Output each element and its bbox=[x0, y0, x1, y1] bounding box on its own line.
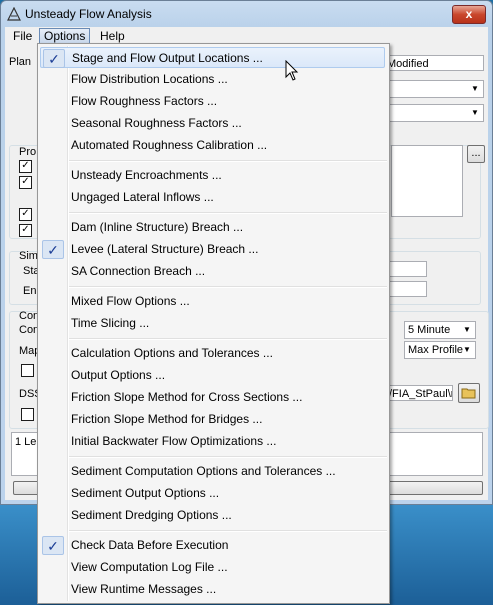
plan-short-id-field[interactable]: Modified bbox=[383, 55, 484, 71]
menu-item-label: Automated Roughness Calibration ... bbox=[71, 138, 268, 152]
mouse-cursor-icon bbox=[285, 60, 299, 81]
menu-item-mixed-flow-options[interactable]: Mixed Flow Options ... bbox=[40, 291, 385, 312]
menu-item-time-slicing[interactable]: Time Slicing ... bbox=[40, 313, 385, 334]
menu-item-label: Friction Slope Method for Cross Sections… bbox=[71, 390, 303, 404]
menu-item-calculation-options-and-tolerances[interactable]: Calculation Options and Tolerances ... bbox=[40, 343, 385, 364]
options-dropdown-menu: ✓ Stage and Flow Output Locations ... Flow… bbox=[37, 43, 390, 604]
menu-separator bbox=[69, 530, 387, 532]
menu-item-label: Flow Distribution Locations ... bbox=[71, 72, 228, 86]
menu-item-levee-lateral-structure-breach[interactable]: ✓ Levee (Lateral Structure) Breach ... bbox=[40, 239, 385, 260]
dss-output-checkbox[interactable] bbox=[21, 408, 34, 421]
menu-item-stage-and-flow-output-locations[interactable]: ✓ Stage and Flow Output Locations ... bbox=[40, 47, 385, 68]
menu-item-label: Initial Backwater Flow Optimizations ... bbox=[71, 434, 277, 448]
checkmark-icon: ✓ bbox=[43, 49, 65, 68]
menu-item-check-data-before-execution[interactable]: ✓ Check Data Before Execution bbox=[40, 535, 385, 556]
menu-item-seasonal-roughness-factors[interactable]: Seasonal Roughness Factors ... bbox=[40, 113, 385, 134]
menu-item-label: View Runtime Messages ... bbox=[71, 582, 217, 596]
menu-separator bbox=[69, 212, 387, 214]
menu-item-label: Ungaged Lateral Inflows ... bbox=[71, 190, 214, 204]
post-processor-checkbox[interactable]: ✓ bbox=[19, 208, 32, 221]
menu-item-label: Dam (Inline Structure) Breach ... bbox=[71, 220, 244, 234]
chevron-down-icon: ▼ bbox=[471, 108, 479, 117]
programs-group-label: Pro bbox=[19, 146, 37, 158]
folder-icon bbox=[461, 388, 476, 399]
menu-item-label: Flow Roughness Factors ... bbox=[71, 94, 218, 108]
menu-item-label: Levee (Lateral Structure) Breach ... bbox=[71, 242, 259, 256]
close-button[interactable]: x bbox=[452, 5, 486, 24]
menu-item-initial-backwater-flow-optimizations[interactable]: Initial Backwater Flow Optimizations ... bbox=[40, 431, 385, 452]
menu-options[interactable]: Options bbox=[39, 28, 91, 44]
profile-value: Max Profile bbox=[408, 344, 464, 356]
menu-item-label: SA Connection Breach ... bbox=[71, 264, 206, 278]
checkmark-icon: ✓ bbox=[42, 240, 64, 259]
menu-item-label: Time Slicing ... bbox=[71, 316, 150, 330]
menu-separator bbox=[69, 286, 387, 288]
menu-file[interactable]: File bbox=[8, 28, 37, 44]
menu-item-label: Output Options ... bbox=[71, 368, 166, 382]
end-time-field[interactable] bbox=[389, 281, 427, 297]
open-folder-button[interactable] bbox=[458, 383, 480, 403]
menu-item-flow-roughness-factors[interactable]: Flow Roughness Factors ... bbox=[40, 91, 385, 112]
mapping-output-select[interactable]: Max Profile ▼ bbox=[404, 341, 476, 359]
plan-label: Plan bbox=[9, 56, 32, 68]
browse-button[interactable]: ... bbox=[467, 145, 485, 163]
interval-value: 5 Minute bbox=[408, 324, 451, 336]
chevron-down-icon: ▼ bbox=[471, 84, 479, 93]
menu-item-label: Calculation Options and Tolerances ... bbox=[71, 346, 273, 360]
menu-separator bbox=[69, 338, 387, 340]
menu-item-label: Seasonal Roughness Factors ... bbox=[71, 116, 242, 130]
geometry-file-select[interactable]: ▼ bbox=[383, 80, 484, 98]
menu-item-label: Friction Slope Method for Bridges ... bbox=[71, 412, 263, 426]
simulation-group-label: Sim bbox=[19, 250, 38, 262]
menu-separator bbox=[69, 160, 387, 162]
menu-item-unsteady-encroachments[interactable]: Unsteady Encroachments ... bbox=[40, 165, 385, 186]
menu-item-dam-inline-structure-breach[interactable]: Dam (Inline Structure) Breach ... bbox=[40, 217, 385, 238]
menu-item-friction-slope-method-for-bridges[interactable]: Friction Slope Method for Bridges ... bbox=[40, 409, 385, 430]
dss-filename-field[interactable]: /FIA_StPaul\r bbox=[385, 385, 453, 401]
unsteady-flow-file-select[interactable]: ▼ bbox=[383, 104, 484, 122]
menu-item-sediment-dredging-options[interactable]: Sediment Dredging Options ... bbox=[40, 505, 385, 526]
menu-item-output-options[interactable]: Output Options ... bbox=[40, 365, 385, 386]
menu-item-view-runtime-messages[interactable]: View Runtime Messages ... bbox=[40, 579, 385, 600]
geometry-preprocessor-checkbox[interactable]: ✓ bbox=[19, 160, 32, 173]
menu-separator bbox=[69, 456, 387, 458]
menu-item-flow-distribution-locations[interactable]: Flow Distribution Locations ... bbox=[40, 69, 385, 90]
computation-interval-select[interactable]: 5 Minute ▼ bbox=[404, 321, 476, 339]
menu-item-friction-slope-method-for-cross-sections[interactable]: Friction Slope Method for Cross Sections… bbox=[40, 387, 385, 408]
programs-notes-area[interactable] bbox=[391, 145, 463, 217]
menu-item-view-computation-log-file[interactable]: View Computation Log File ... bbox=[40, 557, 385, 578]
window-title: Unsteady Flow Analysis bbox=[25, 7, 152, 21]
hec-ras-app-icon[interactable] bbox=[7, 7, 21, 21]
menu-item-ungaged-lateral-inflows[interactable]: Ungaged Lateral Inflows ... bbox=[40, 187, 385, 208]
menu-item-label: Mixed Flow Options ... bbox=[71, 294, 190, 308]
menu-item-sediment-output-options[interactable]: Sediment Output Options ... bbox=[40, 483, 385, 504]
menu-item-label: Check Data Before Execution bbox=[71, 538, 229, 552]
menu-item-sa-connection-breach[interactable]: SA Connection Breach ... bbox=[40, 261, 385, 282]
menu-item-label: Stage and Flow Output Locations ... bbox=[72, 51, 263, 65]
menu-item-label: View Computation Log File ... bbox=[71, 560, 228, 574]
menu-help[interactable]: Help bbox=[95, 28, 130, 44]
mapping-output-checkbox[interactable] bbox=[21, 364, 34, 377]
unsteady-flow-simulation-checkbox[interactable]: ✓ bbox=[19, 176, 32, 189]
chevron-down-icon: ▼ bbox=[463, 345, 471, 354]
log-text: 1 Le bbox=[15, 436, 37, 448]
checkmark-icon: ✓ bbox=[42, 536, 64, 555]
chevron-down-icon: ▼ bbox=[463, 325, 471, 334]
start-time-field[interactable] bbox=[389, 261, 427, 277]
menu-item-automated-roughness-calibration[interactable]: Automated Roughness Calibration ... bbox=[40, 135, 385, 156]
menu-item-label: Sediment Computation Options and Toleran… bbox=[71, 464, 336, 478]
menu-item-sediment-computation-options-and-tolerances[interactable]: Sediment Computation Options and Toleran… bbox=[40, 461, 385, 482]
floodplain-mapping-checkbox[interactable]: ✓ bbox=[19, 224, 32, 237]
end-date-label: En bbox=[23, 285, 37, 297]
menu-item-label: Sediment Dredging Options ... bbox=[71, 508, 232, 522]
menu-item-label: Sediment Output Options ... bbox=[71, 486, 220, 500]
menu-item-label: Unsteady Encroachments ... bbox=[71, 168, 222, 182]
title-bar[interactable]: Unsteady Flow Analysis x bbox=[1, 1, 492, 27]
